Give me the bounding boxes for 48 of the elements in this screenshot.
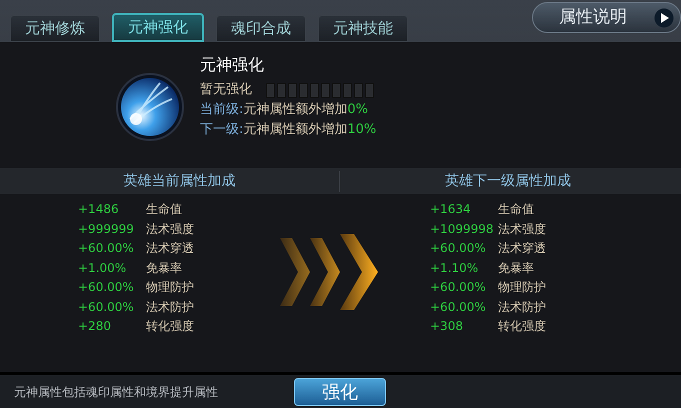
stat-name: 生命值 <box>498 201 534 218</box>
level-text: 元神属性额外增加 <box>243 121 348 139</box>
stat-value: +1099998 <box>430 220 494 238</box>
tab[interactable]: 元神技能 <box>318 15 408 42</box>
stat-name: 法术强度 <box>498 220 546 238</box>
stat-value: +1.10% <box>430 260 480 276</box>
stat-name: 免暴率 <box>146 260 182 276</box>
stat-value: +60.00% <box>78 279 135 296</box>
stat-value: +60.00% <box>78 298 135 316</box>
stat-value: +60.00% <box>430 298 487 316</box>
level-label: 当前级: <box>200 101 244 119</box>
section-title: 元神强化 <box>200 54 265 76</box>
stat-value: +60.00% <box>430 240 487 257</box>
stat-name: 转化强度 <box>146 318 194 335</box>
stat-value: +1486 <box>78 201 120 218</box>
stat-value: +308 <box>430 318 464 335</box>
enhance-button[interactable]: 强化 <box>294 378 386 406</box>
bonus-value: 0% <box>347 101 368 119</box>
stat-value: +60.00% <box>430 279 487 296</box>
stat-name: 法术穿透 <box>498 240 546 257</box>
status-text: 暂无强化 <box>200 81 252 100</box>
column-heading: 英雄下一级属性加成 <box>445 172 572 190</box>
stat-name: 法术强度 <box>146 220 194 238</box>
footer-note: 元神属性包括魂印属性和境界提升属性 <box>14 384 219 400</box>
stat-name: 法术穿透 <box>146 240 194 257</box>
stat-value: +1.00% <box>78 260 128 276</box>
energy-orb-icon <box>116 73 184 141</box>
level-text: 元神属性额外增加 <box>243 101 348 119</box>
stat-name: 转化强度 <box>498 318 546 335</box>
stat-value: +999999 <box>78 220 135 238</box>
tab[interactable]: 元神强化 <box>112 13 204 42</box>
bonus-value: 10% <box>347 121 376 139</box>
stat-name: 物理防护 <box>498 279 546 296</box>
stat-name: 免暴率 <box>498 260 534 276</box>
help-button[interactable]: 属性说明 <box>532 2 681 33</box>
stat-value: +280 <box>78 318 112 335</box>
play-icon <box>654 8 674 28</box>
stat-name: 生命值 <box>146 201 182 218</box>
chevron-arrows-icon <box>280 234 380 310</box>
stat-name: 法术防护 <box>498 298 546 316</box>
tab[interactable]: 魂印合成 <box>216 15 306 42</box>
stat-name: 物理防护 <box>146 279 194 296</box>
column-heading: 英雄当前属性加成 <box>122 172 236 190</box>
stat-name: 法术防护 <box>146 298 194 316</box>
tab[interactable]: 元神修炼 <box>10 15 100 42</box>
level-label: 下一级: <box>200 121 244 139</box>
stat-value: +60.00% <box>78 240 135 257</box>
stat-value: +1634 <box>430 201 472 218</box>
